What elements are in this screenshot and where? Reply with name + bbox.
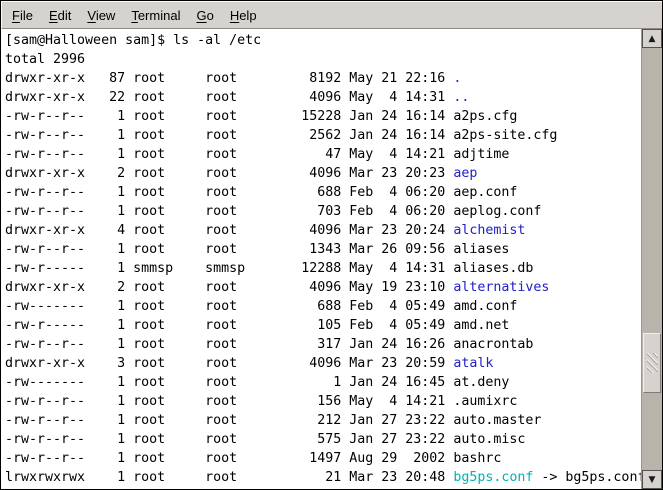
terminal-row: drwxr-xr-x 2 root root 4096 May 19 23:10… xyxy=(5,278,641,297)
file-meta: -rw-r--r-- 1 root root 1497 Aug 29 2002 xyxy=(5,451,453,466)
file-name: at.deny xyxy=(453,375,509,390)
terminal-window: FileEditViewTerminalGoHelp [sam@Hallowee… xyxy=(0,0,663,490)
scrollbar-thumb-grip xyxy=(647,353,658,373)
terminal-row: drwxr-xr-x 87 root root 8192 May 21 22:1… xyxy=(5,69,641,88)
file-meta: drwxr-xr-x 4 root root 4096 Mar 23 20:24 xyxy=(5,223,453,238)
file-meta: -rw-r--r-- 1 root root 1343 Mar 26 09:56 xyxy=(5,242,453,257)
menu-item-terminal[interactable]: Terminal xyxy=(123,4,188,27)
terminal-row: -rw-r--r-- 1 root root 2562 Jan 24 16:14… xyxy=(5,126,641,145)
menu-item-file[interactable]: File xyxy=(4,4,41,27)
file-meta: -rw-r----- 1 root root 105 Feb 4 05:49 xyxy=(5,318,453,333)
file-meta: -rw-r--r-- 1 root root 156 May 4 14:21 xyxy=(5,394,453,409)
file-meta: -rw-r--r-- 1 root root 703 Feb 4 06:20 xyxy=(5,204,453,219)
file-name: atalk xyxy=(453,356,493,371)
terminal-row: -rw-r----- 1 root root 105 Feb 4 05:49 a… xyxy=(5,316,641,335)
file-name: a2ps-site.cfg xyxy=(453,128,557,143)
terminal-row: -rw-r----- 1 smmsp smmsp 12288 May 4 14:… xyxy=(5,259,641,278)
menu-item-help[interactable]: Help xyxy=(222,4,265,27)
file-meta: -rw-r--r-- 1 root root 15228 Jan 24 16:1… xyxy=(5,109,453,124)
file-name: a2ps.cfg xyxy=(453,109,517,124)
terminal-row: -rw-r--r-- 1 root root 47 May 4 14:21 ad… xyxy=(5,145,641,164)
file-name: amd.net xyxy=(453,318,509,333)
terminal-row: -rw------- 1 root root 1 Jan 24 16:45 at… xyxy=(5,373,641,392)
file-meta: -rw-r----- 1 smmsp smmsp 12288 May 4 14:… xyxy=(5,261,453,276)
terminal-row: -rw-r--r-- 1 root root 15228 Jan 24 16:1… xyxy=(5,107,641,126)
terminal-row: -rw------- 1 root root 688 Feb 4 05:49 a… xyxy=(5,297,641,316)
file-meta: drwxr-xr-x 2 root root 4096 May 19 23:10 xyxy=(5,280,453,295)
up-arrow-icon: ▲ xyxy=(649,34,656,44)
menu-item-go[interactable]: Go xyxy=(188,4,221,27)
file-meta: -rw-r--r-- 1 root root 688 Feb 4 06:20 xyxy=(5,185,453,200)
file-name: aliases.db xyxy=(453,261,533,276)
terminal-row: drwxr-xr-x 2 root root 4096 Mar 23 20:23… xyxy=(5,164,641,183)
symlink-target: -> bg5ps.conf xyxy=(533,470,641,485)
menu-item-view[interactable]: View xyxy=(79,4,123,27)
scrollbar-thumb[interactable] xyxy=(643,333,661,393)
menu-item-edit[interactable]: Edit xyxy=(41,4,79,27)
file-meta: -rw-r--r-- 1 root root 575 Jan 27 23:22 xyxy=(5,432,453,447)
terminal-row: -rw-r--r-- 1 root root 1343 Mar 26 09:56… xyxy=(5,240,641,259)
terminal-prompt-line: [sam@Halloween sam]$ ls -al /etc xyxy=(5,31,641,50)
terminal-row: -rw-r--r-- 1 root root 688 Feb 4 06:20 a… xyxy=(5,183,641,202)
file-name: auto.master xyxy=(453,413,541,428)
file-meta: -rw-r--r-- 1 root root 47 May 4 14:21 xyxy=(5,147,453,162)
terminal-row: -rw-r--r-- 1 root root 212 Jan 27 23:22 … xyxy=(5,411,641,430)
file-name: bg5ps.conf xyxy=(453,470,533,485)
file-name: alchemist xyxy=(453,223,525,238)
file-name: . xyxy=(453,71,461,86)
file-name: bashrc xyxy=(453,451,501,466)
terminal-row: drwxr-xr-x 3 root root 4096 Mar 23 20:59… xyxy=(5,354,641,373)
terminal-row: -rw-r--r-- 1 root root 1497 Aug 29 2002 … xyxy=(5,449,641,468)
file-meta: -rw-r--r-- 1 root root 212 Jan 27 23:22 xyxy=(5,413,453,428)
file-name: .. xyxy=(453,90,469,105)
file-name: aeplog.conf xyxy=(453,204,541,219)
file-meta: drwxr-xr-x 3 root root 4096 Mar 23 20:59 xyxy=(5,356,453,371)
terminal-row: drwxr-xr-x 22 root root 4096 May 4 14:31… xyxy=(5,88,641,107)
scrollbar-trough[interactable] xyxy=(642,48,662,470)
file-name: aliases xyxy=(453,242,509,257)
terminal-row: -rw-r--r-- 1 root root 575 Jan 27 23:22 … xyxy=(5,430,641,449)
file-name: adjtime xyxy=(453,147,509,162)
file-name: aep.conf xyxy=(453,185,517,200)
file-meta: -rw------- 1 root root 1 Jan 24 16:45 xyxy=(5,375,453,390)
terminal-main-area: [sam@Halloween sam]$ ls -al /etctotal 29… xyxy=(1,29,662,489)
file-meta: drwxr-xr-x 2 root root 4096 Mar 23 20:23 xyxy=(5,166,453,181)
scrollbar: ▲ ▼ xyxy=(641,29,662,489)
file-meta: drwxr-xr-x 22 root root 4096 May 4 14:31 xyxy=(5,90,453,105)
file-name: auto.misc xyxy=(453,432,525,447)
file-name: amd.conf xyxy=(453,299,517,314)
file-meta: -rw-r--r-- 1 root root 2562 Jan 24 16:14 xyxy=(5,128,453,143)
terminal-output[interactable]: [sam@Halloween sam]$ ls -al /etctotal 29… xyxy=(1,29,641,489)
down-arrow-icon: ▼ xyxy=(649,475,656,485)
file-name: .aumixrc xyxy=(453,394,517,409)
terminal-row: drwxr-xr-x 4 root root 4096 Mar 23 20:24… xyxy=(5,221,641,240)
file-meta: -rw------- 1 root root 688 Feb 4 05:49 xyxy=(5,299,453,314)
terminal-row: -rw-r--r-- 1 root root 703 Feb 4 06:20 a… xyxy=(5,202,641,221)
terminal-row: -rw-r--r-- 1 root root 156 May 4 14:21 .… xyxy=(5,392,641,411)
file-meta: -rw-r--r-- 1 root root 317 Jan 24 16:26 xyxy=(5,337,453,352)
file-name: aep xyxy=(453,166,477,181)
file-name: alternatives xyxy=(453,280,549,295)
file-meta: drwxr-xr-x 87 root root 8192 May 21 22:1… xyxy=(5,71,453,86)
terminal-row: -rw-r--r-- 1 root root 317 Jan 24 16:26 … xyxy=(5,335,641,354)
file-meta: lrwxrwxrwx 1 root root 21 Mar 23 20:48 xyxy=(5,470,453,485)
menu-bar: FileEditViewTerminalGoHelp xyxy=(1,1,662,29)
scroll-up-button[interactable]: ▲ xyxy=(642,29,662,48)
file-name: anacrontab xyxy=(453,337,533,352)
scroll-down-button[interactable]: ▼ xyxy=(642,470,662,489)
terminal-line: total 2996 xyxy=(5,50,641,69)
terminal-row: lrwxrwxrwx 1 root root 21 Mar 23 20:48 b… xyxy=(5,468,641,487)
